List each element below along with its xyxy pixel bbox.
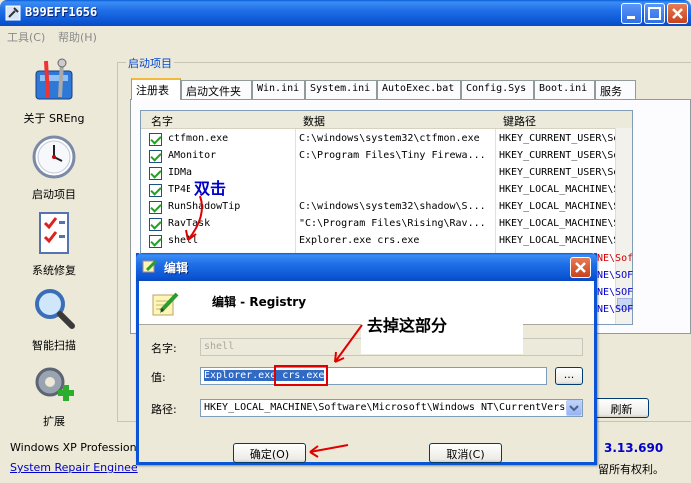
hidden-key-column: NE\Sof NE\SOF NE\SOF NE\SOF — [597, 253, 634, 315]
annotation-arrows — [185, 195, 363, 458]
tab-registry[interactable]: 注册表 — [131, 78, 181, 100]
